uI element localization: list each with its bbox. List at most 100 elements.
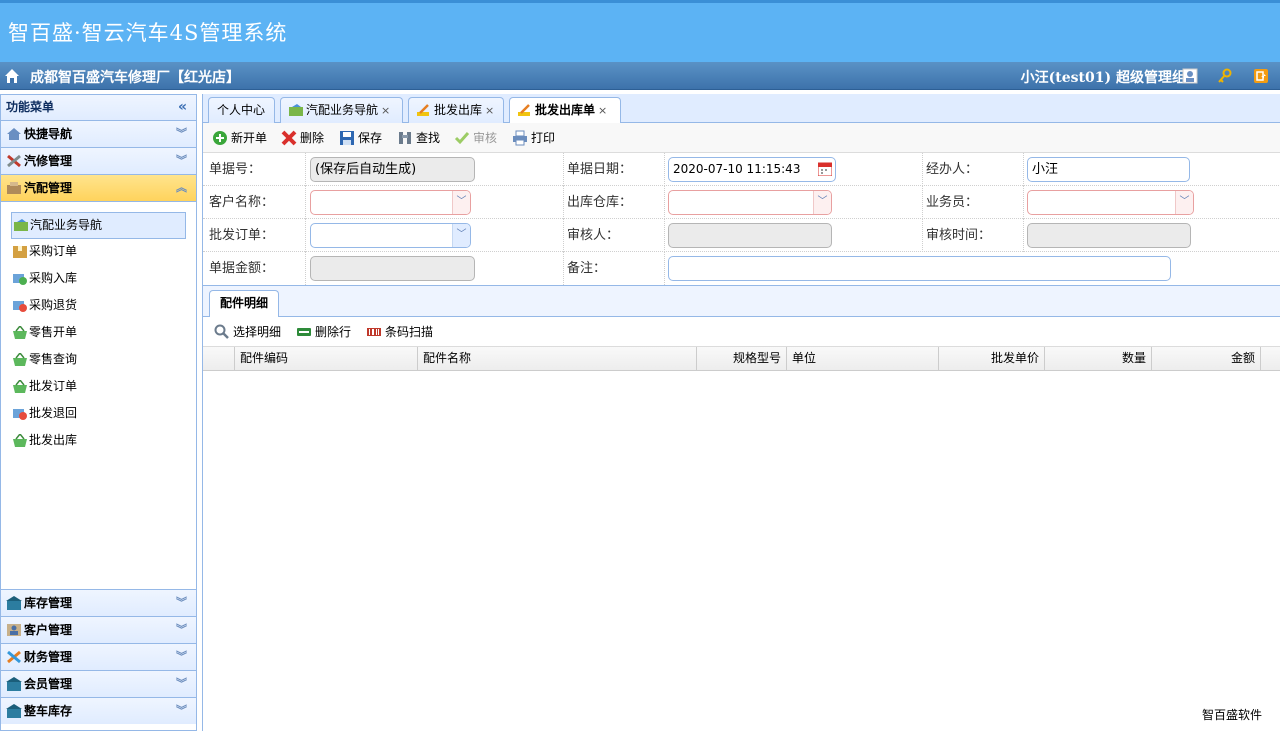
shop-name: 成都智百盛汽车修理厂【红光店】 xyxy=(30,70,240,86)
remark-input[interactable] xyxy=(668,256,1171,281)
printer-icon xyxy=(513,130,527,146)
customer-icon xyxy=(7,624,21,636)
section-repair[interactable]: 汽修管理 ︾ xyxy=(1,148,196,175)
grid-col-amount[interactable]: 金额 xyxy=(1152,347,1261,371)
user-info: 小汪(test01) 超级管理组 xyxy=(1020,70,1186,86)
print-button[interactable]: 打印 xyxy=(512,130,555,146)
audit-time-label: 审核时间： xyxy=(926,228,992,243)
tab-parts-nav[interactable]: 汽配业务导航 × xyxy=(280,97,403,123)
bill-no-label: 单据号： xyxy=(209,162,262,177)
menu-item-parts-nav[interactable]: 汽配业务导航 xyxy=(11,212,186,239)
barcode-scan-button[interactable]: 条码扫描 xyxy=(366,324,433,340)
order-box-icon xyxy=(13,246,27,258)
warehouse-icon xyxy=(6,596,22,610)
delete-button[interactable]: 删除 xyxy=(281,130,324,146)
sidebar: 功能菜单 « 快捷导航 ︾ 汽修管理 ︾ 汽配管理 ︽ 汽配业务导航 采购订单 … xyxy=(0,94,197,731)
app-header: 智百盛·智云汽车4S管理系统 xyxy=(0,0,1280,62)
grid-col-wholesale-price[interactable]: 批发单价 xyxy=(939,347,1045,371)
new-bill-button[interactable]: 新开单 xyxy=(212,130,267,146)
pencil-edit-icon xyxy=(518,104,530,116)
section-customers[interactable]: 客户管理 ︾ xyxy=(1,616,196,643)
tools-icon xyxy=(7,154,21,168)
calendar-icon[interactable] xyxy=(818,162,832,176)
salesman-label: 业务员： xyxy=(926,195,979,210)
save-button[interactable]: 保存 xyxy=(339,130,382,146)
chevron-down-icon: ︾ xyxy=(176,154,187,167)
save-icon xyxy=(340,131,354,145)
salesman-select[interactable]: ﹀ xyxy=(1027,190,1194,215)
search-icon xyxy=(214,324,229,339)
home-icon[interactable] xyxy=(4,68,20,84)
find-button[interactable]: 查找 xyxy=(397,130,440,146)
handler-label: 经办人： xyxy=(926,162,979,177)
select-detail-button[interactable]: 选择明细 xyxy=(214,324,281,340)
sidebar-collapse-button[interactable]: « xyxy=(178,95,187,120)
wholesale-order-select[interactable]: ﹀ xyxy=(310,223,471,248)
chevron-down-icon: ︾ xyxy=(176,650,187,663)
section-quick-nav[interactable]: 快捷导航 ︾ xyxy=(1,121,196,148)
chevron-down-icon[interactable]: ﹀ xyxy=(452,191,470,214)
chevron-down-icon: ︾ xyxy=(176,677,187,690)
close-icon[interactable]: × xyxy=(598,104,607,117)
logout-icon[interactable] xyxy=(1253,68,1269,84)
menu-item-wholesale-out[interactable]: 批发出库 xyxy=(11,428,186,455)
section-vehicle-stock[interactable]: 整车库存 ︾ xyxy=(1,697,196,724)
section-finance[interactable]: 财务管理 ︾ xyxy=(1,643,196,670)
sidebar-title: 功能菜单 « xyxy=(1,95,196,121)
tab-parts-detail[interactable]: 配件明细 xyxy=(209,290,280,317)
bill-date-field[interactable]: 2020-07-10 11:15:43 xyxy=(668,157,836,182)
grid-col-quantity[interactable]: 数量 xyxy=(1045,347,1152,371)
menu-item-retail-bill[interactable]: 零售开单 xyxy=(11,320,186,347)
chevron-down-icon[interactable]: ﹀ xyxy=(1175,191,1193,214)
audit-time-field xyxy=(1027,223,1191,248)
info-bar: 成都智百盛汽车修理厂【红光店】 小汪(test01) 超级管理组 xyxy=(0,62,1280,90)
section-inventory[interactable]: 库存管理 ︾ xyxy=(1,589,196,616)
grid-col-unit[interactable]: 单位 xyxy=(787,347,939,371)
parts-icon xyxy=(7,182,21,194)
tab-wholesale-out-bill[interactable]: 批发出库单 × xyxy=(509,97,621,124)
grid-col-part-code[interactable]: 配件编码 xyxy=(235,347,418,371)
bill-form: 单据号： (保存后自动生成) 单据日期： 2020-07-10 11:15:43… xyxy=(203,153,1280,286)
barcode-icon xyxy=(367,328,381,336)
warehouse-label: 出库仓库： xyxy=(567,195,633,210)
parts-menu-list: 汽配业务导航 采购订单 采购入库 采购退货 零售开单 零售查询 批发订单 批发退… xyxy=(1,202,196,613)
menu-item-purchase-return[interactable]: 采购退货 xyxy=(11,293,186,320)
delete-x-icon xyxy=(281,130,297,146)
chevron-down-icon[interactable]: ﹀ xyxy=(813,191,831,214)
customer-select[interactable]: ﹀ xyxy=(310,190,471,215)
close-icon[interactable]: × xyxy=(381,104,390,117)
bill-no-field: (保存后自动生成) xyxy=(310,157,475,182)
basket-icon xyxy=(13,380,27,393)
home-nav-icon xyxy=(7,128,21,140)
menu-item-wholesale-order[interactable]: 批发订单 xyxy=(11,374,186,401)
delete-row-button[interactable]: 删除行 xyxy=(296,324,351,340)
menu-item-wholesale-return[interactable]: 批发退回 xyxy=(11,401,186,428)
chevron-down-icon[interactable]: ﹀ xyxy=(452,224,470,247)
key-icon[interactable] xyxy=(1217,68,1233,84)
grid-row-number-header xyxy=(203,347,235,371)
tab-wholesale-out[interactable]: 批发出库 × xyxy=(408,97,504,123)
menu-item-retail-query[interactable]: 零售查询 xyxy=(11,347,186,374)
grid-col-part-name[interactable]: 配件名称 xyxy=(418,347,697,371)
finance-icon xyxy=(7,650,21,664)
parts-grid-header: 配件编码 配件名称 规格型号 单位 批发单价 数量 金额 xyxy=(203,347,1280,371)
warehouse-select[interactable]: ﹀ xyxy=(668,190,832,215)
section-members[interactable]: 会员管理 ︾ xyxy=(1,670,196,697)
amount-field xyxy=(310,256,475,281)
section-parts[interactable]: 汽配管理 ︽ xyxy=(1,175,196,202)
main-panel: 个人中心 汽配业务导航 × 批发出库 × 批发出库单 × 新开单 删除 保存 查找 xyxy=(202,94,1280,731)
profile-icon[interactable] xyxy=(1182,68,1198,84)
nav-map-icon xyxy=(14,219,28,231)
menu-item-purchase-in[interactable]: 采购入库 xyxy=(11,266,186,293)
auditor-label: 审核人： xyxy=(567,228,620,243)
close-icon[interactable]: × xyxy=(485,104,494,117)
detail-toolbar: 选择明细 删除行 条码扫描 xyxy=(203,317,1280,347)
footer-brand: 智百盛软件 xyxy=(1201,708,1262,722)
menu-item-purchase-order[interactable]: 采购订单 xyxy=(11,239,186,266)
grid-col-spec[interactable]: 规格型号 xyxy=(697,347,787,371)
tab-personal-center[interactable]: 个人中心 xyxy=(208,97,275,123)
audit-button[interactable]: 审核 xyxy=(454,130,497,146)
basket-icon xyxy=(13,353,27,366)
pencil-edit-icon xyxy=(417,104,429,116)
handler-field[interactable]: 小汪 xyxy=(1027,157,1190,182)
